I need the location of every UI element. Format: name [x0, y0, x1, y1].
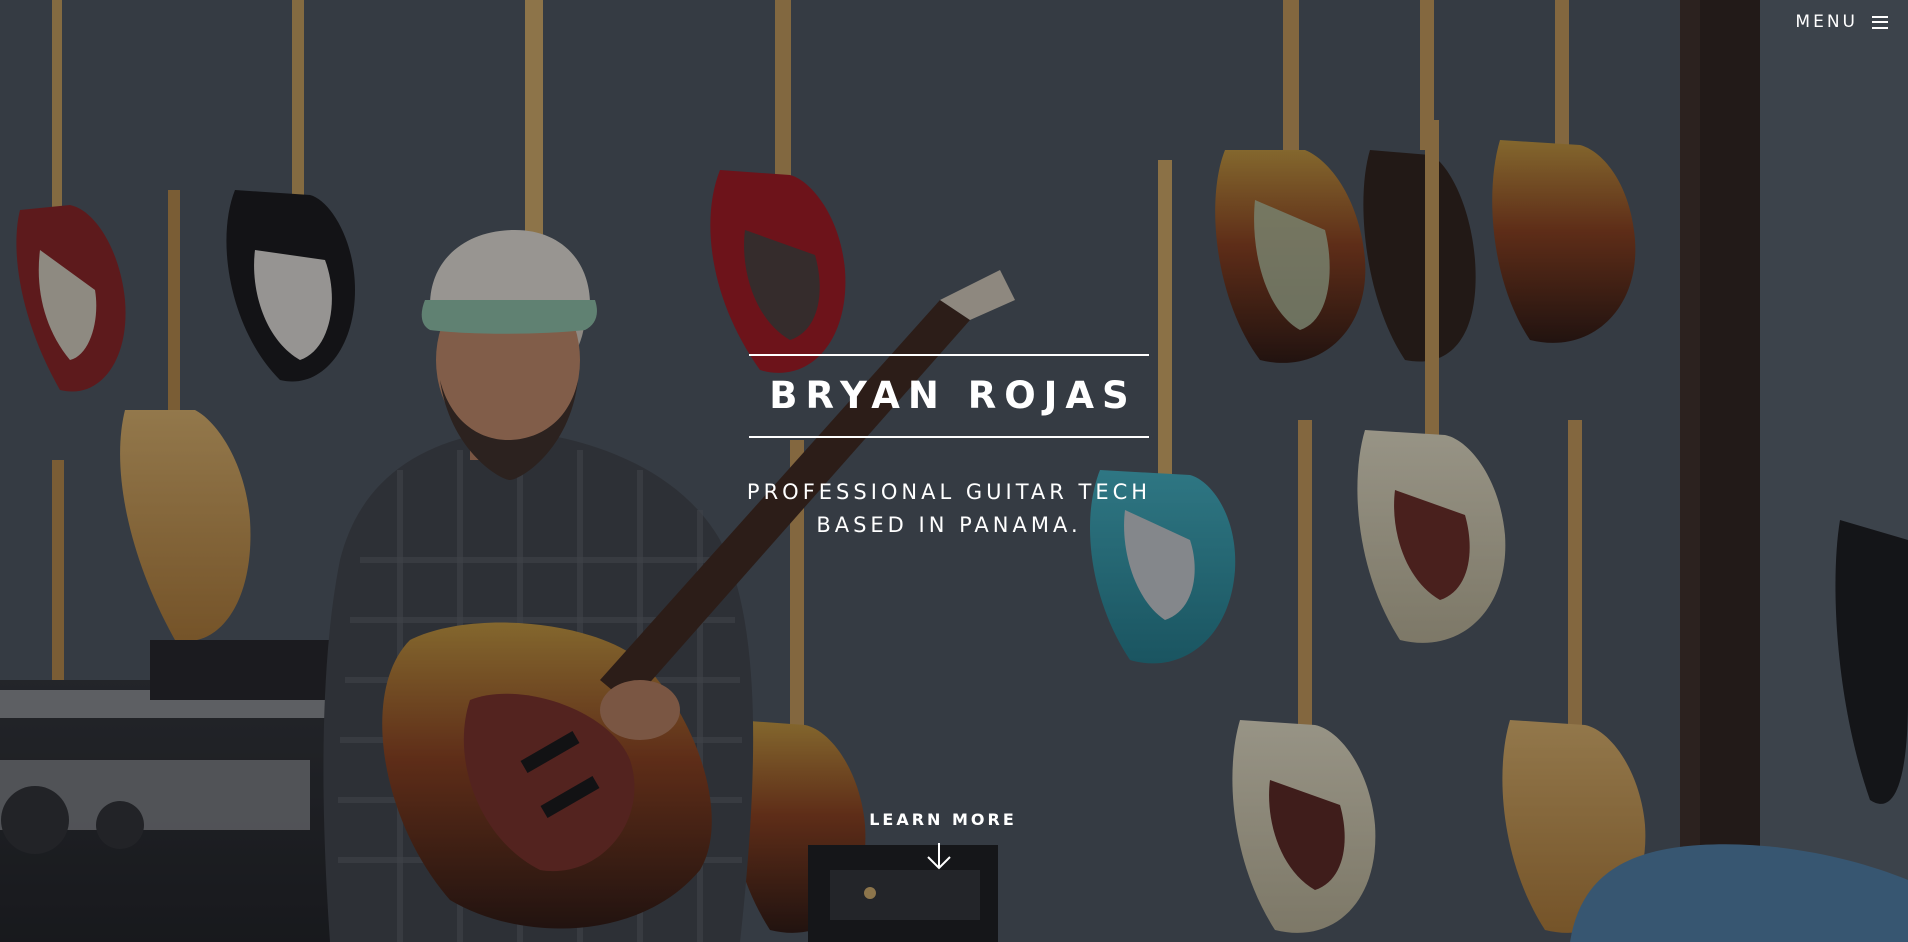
site-title-block: BRYAN ROJAS	[749, 354, 1149, 438]
learn-more-label: LEARN MORE	[869, 810, 1017, 829]
hero-dark-overlay	[0, 0, 1908, 942]
learn-more-link[interactable]: LEARN MORE	[842, 810, 1042, 871]
menu-label: MENU	[1795, 12, 1858, 32]
hero-section: MENU BRYAN ROJAS PROFESSIONAL GUITAR TEC…	[0, 0, 1908, 942]
menu-toggle-button[interactable]: MENU	[1795, 12, 1888, 32]
site-title: BRYAN ROJAS	[769, 374, 1137, 417]
title-rule-bottom	[749, 436, 1149, 438]
tagline-line-1: PROFESSIONAL GUITAR TECH	[746, 480, 1152, 504]
hero-tagline: PROFESSIONAL GUITAR TECH BASED IN PANAMA…	[654, 476, 1244, 542]
tagline-line-2: BASED IN PANAMA.	[816, 513, 1082, 537]
hamburger-icon	[1872, 15, 1888, 29]
arrow-down-icon	[927, 843, 951, 870]
